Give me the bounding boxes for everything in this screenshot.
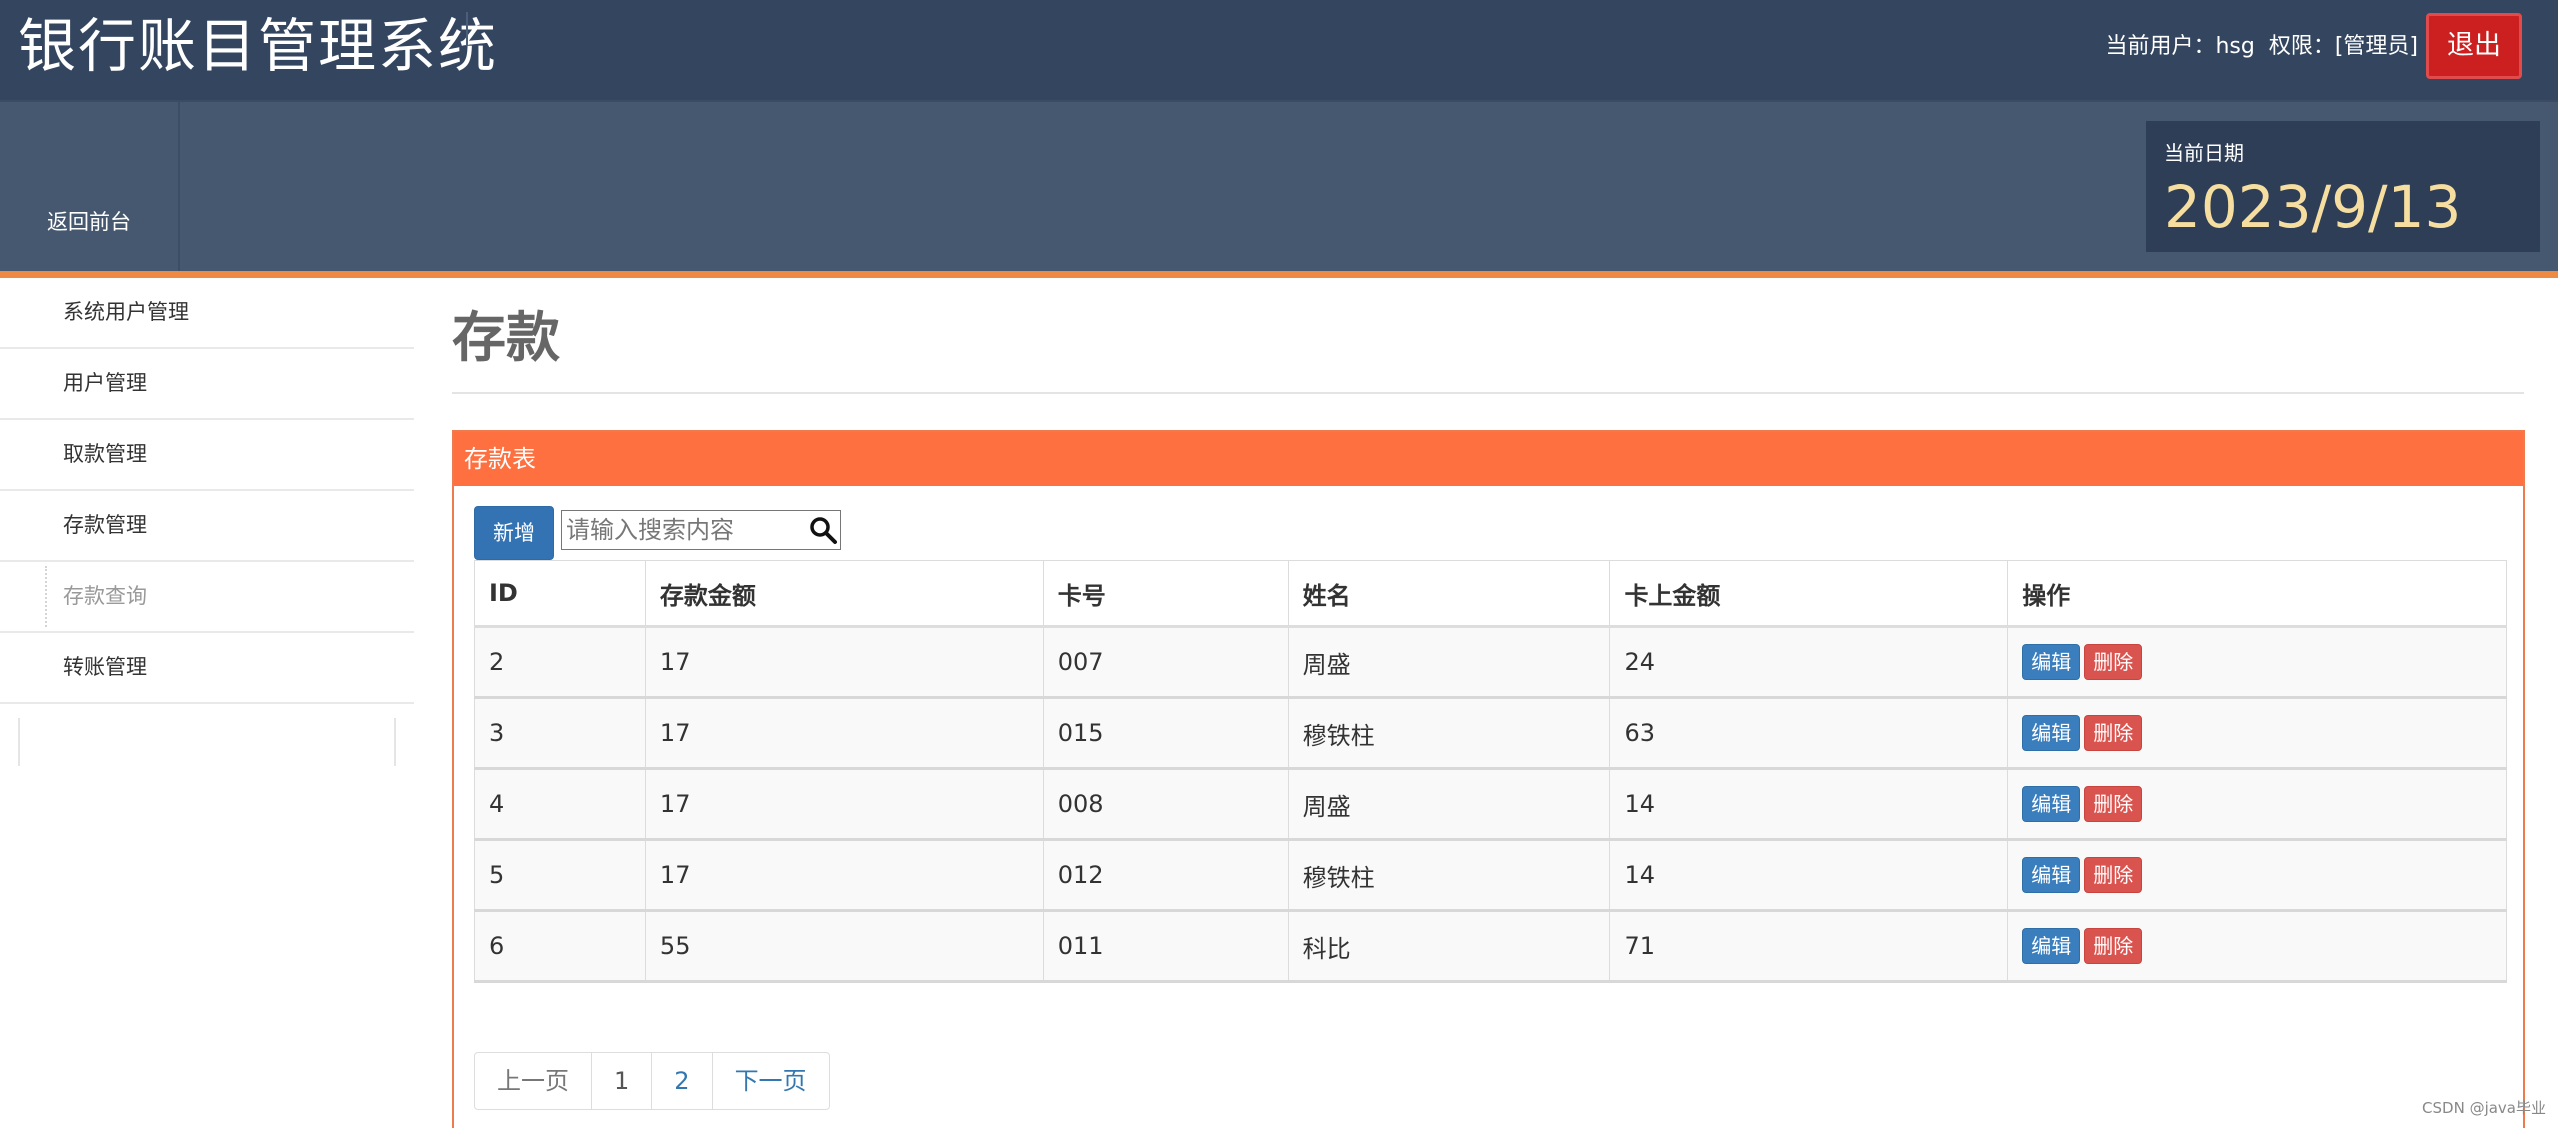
edit-button[interactable]: 编辑	[2022, 928, 2081, 964]
page-2-button[interactable]: 2	[651, 1053, 711, 1109]
cell-card: 015	[1042, 697, 1289, 770]
user-info: 当前用户：hsg 权限：[管理员]	[2091, 30, 2418, 64]
sidebar-subitem-deposit-query[interactable]: 存款查询	[0, 562, 414, 633]
logout-button[interactable]: 退出	[2426, 13, 2522, 79]
cell-balance: 14	[1609, 768, 2009, 841]
add-button[interactable]: 新增	[474, 506, 554, 560]
table-header-row: ID 存款金额 卡号 姓名 卡上金额 操作	[474, 560, 2507, 628]
cell-amount: 55	[644, 910, 1044, 983]
column-header-actions: 操作	[2007, 560, 2507, 628]
cell-balance: 24	[1609, 626, 2009, 699]
delete-button[interactable]: 删除	[2084, 786, 2143, 822]
sidebar-item-users[interactable]: 用户管理	[0, 349, 414, 420]
sidebar-item-withdrawals[interactable]: 取款管理	[0, 420, 414, 491]
table-row: 4 17 008 周盛 14 编辑 删除	[474, 768, 2507, 841]
column-header-name[interactable]: 姓名	[1287, 560, 1611, 628]
cell-actions: 编辑 删除	[2007, 910, 2507, 983]
column-header-id[interactable]: ID	[474, 560, 646, 628]
cell-actions: 编辑 删除	[2007, 768, 2507, 841]
accent-divider	[0, 271, 2558, 278]
delete-button[interactable]: 删除	[2084, 928, 2143, 964]
column-header-card[interactable]: 卡号	[1042, 560, 1289, 628]
current-user-label: 当前用户：hsg	[2105, 34, 2255, 59]
delete-button[interactable]: 删除	[2084, 715, 2143, 751]
cell-balance: 63	[1609, 697, 2009, 770]
column-header-balance[interactable]: 卡上金额	[1609, 560, 2009, 628]
cell-amount: 17	[644, 697, 1044, 770]
deposit-table: ID 存款金额 卡号 姓名 卡上金额 操作 2 17 007 周盛 24 编辑删…	[474, 560, 2507, 983]
cell-amount: 17	[644, 626, 1044, 699]
table-row: 2 17 007 周盛 24 编辑 删除	[474, 626, 2507, 699]
current-date-panel: 当前日期 2023/9/13	[2146, 121, 2540, 252]
sidebar: 系统用户管理 用户管理 取款管理 存款管理 存款查询 转账管理	[0, 278, 414, 766]
cell-actions: 编辑 删除	[2007, 626, 2507, 699]
app-title: 银行账目管理系统	[18, 12, 499, 80]
page-1-button[interactable]: 1	[591, 1053, 651, 1109]
top-header-bar: 银行账目管理系统 当前用户：hsg 权限：[管理员] 退出	[0, 0, 2558, 100]
title-divider	[466, 12, 468, 46]
cell-name: 科比	[1287, 910, 1611, 983]
next-page-button[interactable]: 下一页	[711, 1053, 829, 1109]
cell-amount: 17	[644, 839, 1044, 912]
search-field	[561, 510, 841, 550]
cell-card: 007	[1042, 626, 1289, 699]
page-title: 存款	[452, 306, 560, 369]
cell-id: 4	[474, 768, 646, 841]
search-icon[interactable]	[808, 515, 838, 545]
cell-card: 012	[1042, 839, 1289, 912]
table-row: 6 55 011 科比 71 编辑 删除	[474, 910, 2507, 983]
sidebar-item-deposits[interactable]: 存款管理	[0, 491, 414, 562]
date-value: 2023/9/13	[2164, 173, 2462, 241]
table-row: 5 17 012 穆铁柱 14 编辑 删除	[474, 839, 2507, 912]
panel-heading: 存款表	[454, 432, 2523, 486]
sidebar-footer	[18, 718, 396, 766]
delete-button[interactable]: 删除	[2084, 857, 2143, 893]
edit-button[interactable]: 编辑	[2022, 715, 2081, 751]
sidebar-item-transfers[interactable]: 转账管理	[0, 633, 414, 704]
sidebar-item-system-users[interactable]: 系统用户管理	[0, 278, 414, 349]
back-to-frontend-link[interactable]: 返回前台	[0, 102, 180, 271]
cell-name: 周盛	[1287, 768, 1611, 841]
cell-name: 穆铁柱	[1287, 697, 1611, 770]
cell-name: 周盛	[1287, 626, 1611, 699]
pagination: 上一页 1 2 下一页	[474, 1052, 830, 1110]
deposit-panel: 存款表 新增 ID 存款金额 卡号 姓名 卡上金额 操作	[452, 430, 2525, 1128]
title-rule	[452, 392, 2524, 394]
cell-id: 2	[474, 626, 646, 699]
edit-button[interactable]: 编辑	[2022, 786, 2081, 822]
watermark: CSDN @java毕业	[2422, 1099, 2546, 1117]
cell-actions: 编辑 删除	[2007, 697, 2507, 770]
column-header-amount[interactable]: 存款金额	[644, 560, 1044, 628]
delete-button[interactable]: 删除	[2084, 644, 2143, 680]
cell-id: 3	[474, 697, 646, 770]
edit-button[interactable]: 编辑	[2022, 857, 2081, 893]
search-input[interactable]	[562, 511, 802, 549]
cell-card: 008	[1042, 768, 1289, 841]
cell-id: 5	[474, 839, 646, 912]
edit-button[interactable]: 编辑	[2022, 644, 2081, 680]
cell-id: 6	[474, 910, 646, 983]
prev-page-button[interactable]: 上一页	[475, 1053, 591, 1109]
cell-card: 011	[1042, 910, 1289, 983]
cell-balance: 14	[1609, 839, 2009, 912]
role-label: 权限：[管理员]	[2268, 34, 2418, 59]
cell-actions: 编辑 删除	[2007, 839, 2507, 912]
cell-balance: 71	[1609, 910, 2009, 983]
cell-name: 穆铁柱	[1287, 839, 1611, 912]
sub-header-bar: 返回前台 当前日期 2023/9/13	[0, 100, 2558, 271]
cell-amount: 17	[644, 768, 1044, 841]
table-row: 3 17 015 穆铁柱 63 编辑 删除	[474, 697, 2507, 770]
date-label: 当前日期	[2164, 141, 2244, 165]
